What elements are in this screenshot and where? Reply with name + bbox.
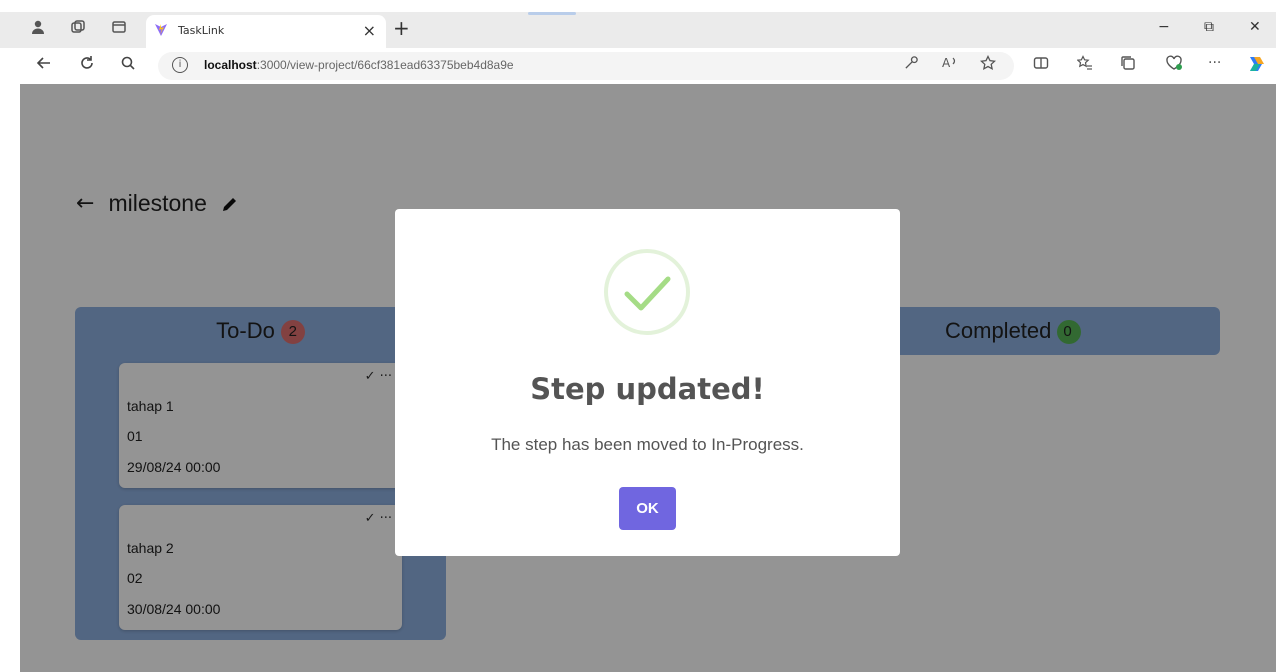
ok-button[interactable]: OK — [619, 487, 676, 530]
collections-icon[interactable] — [1120, 55, 1136, 75]
page-viewport: ← milestone To-Do 2 ✓ ··· tahap 1 01 29/0… — [20, 84, 1276, 672]
favorite-star-icon[interactable] — [979, 54, 997, 75]
site-info-icon[interactable]: i — [172, 57, 188, 73]
new-tab-button[interactable]: + — [393, 16, 410, 40]
split-screen-icon[interactable] — [1033, 55, 1049, 75]
tab-title: TaskLink — [178, 24, 225, 37]
url-text: localhost:3000/view-project/66cf381ead63… — [204, 58, 514, 72]
minimize-button[interactable]: − — [1158, 19, 1170, 35]
tab-actions-icon[interactable] — [108, 19, 130, 41]
vite-logo-icon — [155, 24, 167, 36]
tab-close-button[interactable]: × — [363, 21, 376, 40]
profile-icon[interactable] — [27, 19, 49, 41]
restore-button[interactable]: ⧉ — [1204, 19, 1214, 35]
dialog-title: Step updated! — [530, 372, 765, 406]
key-icon[interactable] — [904, 55, 919, 74]
dialog-message: The step has been moved to In-Progress. — [491, 435, 804, 454]
close-window-button[interactable]: ✕ — [1249, 19, 1261, 35]
tab-tasklink[interactable]: TaskLink × — [146, 15, 386, 48]
more-menu-icon[interactable]: ··· — [1208, 55, 1221, 71]
tab-strip-indicator — [528, 12, 576, 15]
favorites-icon[interactable] — [1076, 55, 1093, 75]
refresh-icon[interactable] — [76, 55, 98, 77]
workspaces-icon[interactable] — [67, 19, 89, 41]
modal-backdrop[interactable]: Step updated! The step has been moved to… — [20, 84, 1276, 672]
search-icon[interactable] — [117, 55, 139, 77]
url-field[interactable]: i localhost:3000/view-project/66cf381ead… — [158, 52, 1014, 80]
copilot-icon[interactable] — [1245, 53, 1267, 79]
read-aloud-icon[interactable]: A — [942, 55, 958, 74]
success-dialog: Step updated! The step has been moved to… — [395, 209, 900, 556]
back-icon[interactable] — [33, 55, 55, 77]
success-check-icon — [604, 249, 690, 335]
browser-essentials-icon[interactable] — [1165, 55, 1183, 75]
svg-text:A: A — [942, 56, 951, 70]
